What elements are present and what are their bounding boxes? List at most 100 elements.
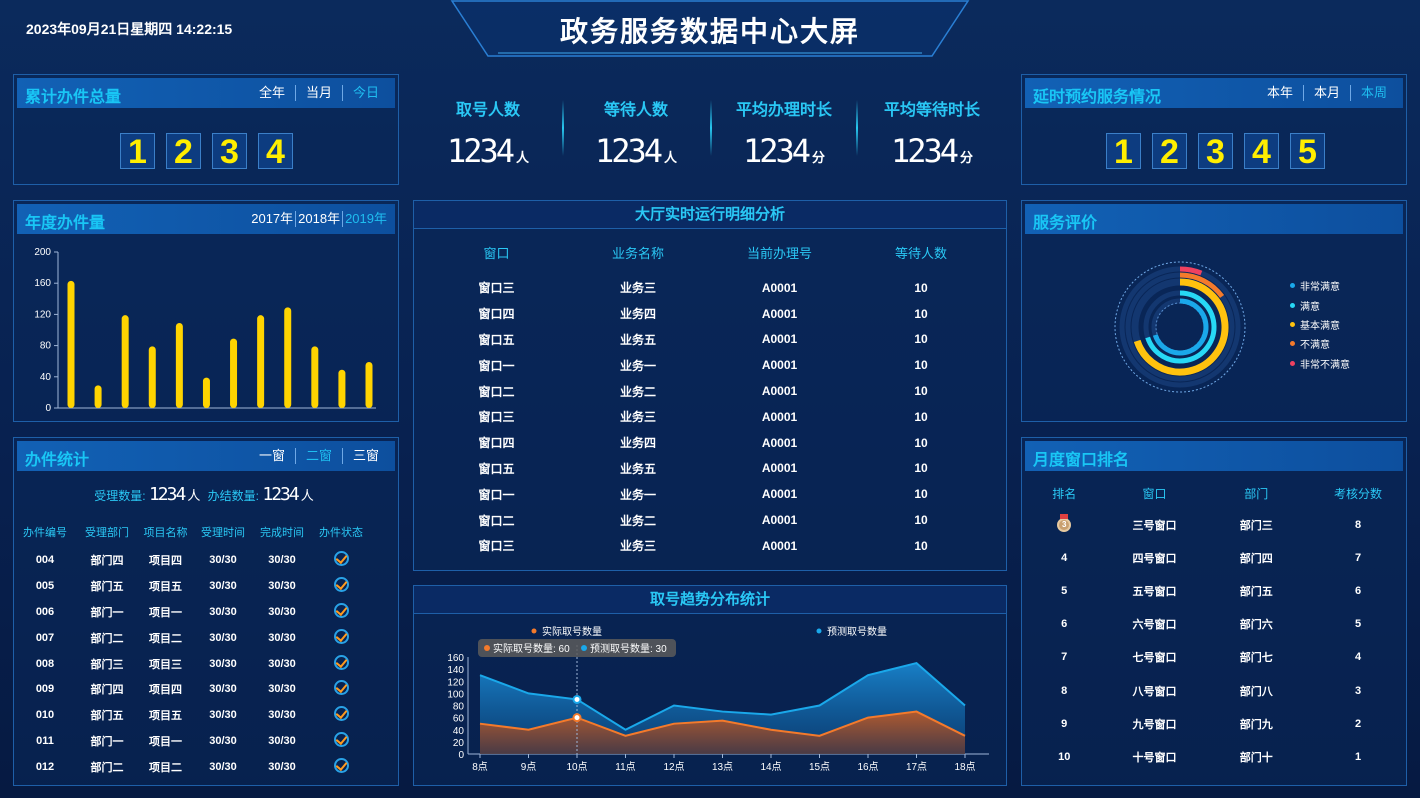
- status-cell: [311, 550, 371, 569]
- legend-label[interactable]: 预测取号数量: [827, 625, 887, 638]
- x-tick-label: 16点: [857, 761, 878, 773]
- completed-value: 1234: [262, 484, 299, 505]
- table-cell: 30/30: [268, 761, 296, 774]
- table-row: 8 八号窗口 部门八 3: [1022, 674, 1406, 707]
- cell-text: 部门四: [1239, 552, 1273, 565]
- table-cell: 007: [35, 631, 55, 644]
- table-cell: 业务二: [619, 513, 656, 528]
- table-cell: 10: [914, 461, 928, 476]
- cell-text: 四号窗口: [1132, 552, 1177, 565]
- tab-2019[interactable]: 2019年: [342, 211, 389, 227]
- highlight-point[interactable]: [572, 713, 582, 723]
- tooltip-actual: 实际取号数量: 60: [493, 642, 570, 655]
- table-cell: 10: [914, 306, 928, 321]
- stat-label: 等待人数: [603, 102, 668, 119]
- tab-window-1[interactable]: 一窗: [249, 448, 295, 464]
- highlight-point[interactable]: [572, 694, 582, 704]
- x-tick-label: 15点: [809, 761, 830, 773]
- table-cell: 部门七: [1202, 649, 1310, 665]
- stat-unit: 人: [664, 151, 678, 166]
- x-tick-label: 8点: [472, 761, 488, 773]
- hall-table-header: 窗口 业务名称 当前办理号 等待人数: [414, 243, 1006, 262]
- cell-text: 部门十: [1239, 751, 1273, 764]
- table-cell: 10: [914, 513, 928, 528]
- table-cell: 项目四: [149, 684, 182, 697]
- table-cell: 30/30: [268, 683, 296, 696]
- table-cell: 业务五: [619, 461, 656, 476]
- legend-item: 非常满意: [1290, 276, 1350, 295]
- case-table: 办件编号 受理部门 项目名称 受理时间 完成时间 办件状态 004 部门四 项目四 3…: [14, 524, 398, 780]
- check-circle-icon: [333, 550, 349, 566]
- stat-number: 1234: [594, 132, 663, 170]
- y-tick-label: 20: [453, 738, 465, 749]
- table-cell: 部门三: [90, 658, 124, 671]
- table-row: 3 三号窗口 部门三 8: [1022, 508, 1406, 541]
- legend-dot: [1290, 360, 1295, 366]
- panel-title: 大厅实时运行明细分析: [414, 201, 1006, 229]
- tab-month[interactable]: 当月: [294, 85, 342, 101]
- y-tick-label: 160: [447, 653, 464, 664]
- annual-cases-panel: 年度办件量 2017年 2018年 2019年 0 40 80 120 160 200: [13, 200, 399, 422]
- ranking-table-body: 3 三号窗口 部门三 8 4 四号窗口 部门四 7 5 五号窗口 部门五 6 6 六号窗口 部门六 5 7 七号窗…: [1022, 508, 1406, 774]
- column-header: 受理时间: [201, 527, 245, 539]
- table-cell: 10: [1022, 751, 1106, 763]
- table-cell: 10: [914, 280, 928, 295]
- stat-value: 1234 人: [561, 132, 711, 170]
- tab-this-year[interactable]: 本年: [1257, 85, 1303, 101]
- table-cell: 部门四: [90, 554, 124, 567]
- legend-dot: [1290, 321, 1295, 327]
- bar: [365, 361, 373, 408]
- table-row: 004 部门四 项目四 30/30 30/30: [14, 547, 398, 573]
- digit: 1: [120, 133, 155, 170]
- delay-digits: 1 2 3 4 5: [1106, 133, 1336, 170]
- column-header: 业务名称: [611, 246, 664, 261]
- column-header: 当前办理号: [746, 246, 812, 261]
- table-row: 10 十号窗口 部门十 1: [1022, 740, 1406, 773]
- table-cell: 项目五: [149, 580, 182, 593]
- panel-title: 服务评价: [1033, 215, 1098, 232]
- table-row: 窗口三 业务三 A0001 10: [414, 533, 1006, 559]
- table-cell: 3: [1022, 513, 1106, 532]
- cell-text: 4: [1354, 651, 1362, 664]
- tab-year[interactable]: 全年: [249, 85, 295, 101]
- tab-2017[interactable]: 2017年: [249, 211, 295, 227]
- table-cell: 4: [1022, 552, 1106, 564]
- stat-label: 取号人数: [455, 102, 520, 119]
- stat-tickets: 取号人数 1234 人: [413, 96, 563, 170]
- legend-label[interactable]: 实际取号数量: [542, 625, 602, 638]
- legend-label: 不满意: [1300, 340, 1330, 352]
- case-table-body: 004 部门四 项目四 30/30 30/30 005 部门五 项目五 30/30 30/30 00…: [14, 547, 398, 780]
- tab-this-month[interactable]: 本月: [1302, 85, 1350, 101]
- tab-today[interactable]: 今日: [341, 85, 389, 101]
- trend-panel: 取号趋势分布统计 0 20 40 60 80 100 120 140 160 8点 9点 10点 11点…: [413, 585, 1007, 786]
- stat-number: 1234: [446, 132, 515, 170]
- cell-text: 部门五: [1239, 585, 1273, 598]
- cell-text: 三号窗口: [1132, 519, 1177, 532]
- stat-unit: 分: [960, 151, 974, 166]
- table-cell: 部门一: [90, 736, 124, 749]
- table-cell: 窗口一: [478, 358, 515, 373]
- tab-2018[interactable]: 2018年: [295, 211, 342, 227]
- table-cell: 012: [35, 761, 55, 774]
- table-cell: A0001: [761, 332, 798, 347]
- tab-window-2[interactable]: 二窗: [294, 448, 342, 464]
- table-cell: 业务三: [619, 539, 656, 554]
- digit: 4: [258, 133, 293, 170]
- y-tick-label: 200: [34, 247, 51, 258]
- x-tick-label: 11点: [615, 761, 635, 773]
- table-cell: 30/30: [209, 579, 237, 592]
- period-tabs: 本年 本月 本周: [1257, 85, 1397, 101]
- cell-text: 6: [1354, 584, 1362, 597]
- y-tick-label: 60: [453, 714, 465, 725]
- column-header: 受理部门: [85, 527, 129, 539]
- cell-text: 5: [1354, 618, 1362, 631]
- panel-header: 累计办件总量 全年 当月 今日: [17, 78, 395, 108]
- table-cell: 30/30: [209, 605, 237, 618]
- rating-legend: 非常满意 满意 基本满意 不满意 非常不满意: [1290, 276, 1350, 373]
- legend-item: 非常不满意: [1290, 354, 1350, 373]
- legend-item: 不满意: [1290, 334, 1350, 353]
- status-cell: [311, 576, 371, 595]
- x-tick-label: 12点: [663, 761, 684, 773]
- tab-this-week[interactable]: 本周: [1349, 85, 1397, 101]
- tab-window-3[interactable]: 三窗: [341, 448, 389, 464]
